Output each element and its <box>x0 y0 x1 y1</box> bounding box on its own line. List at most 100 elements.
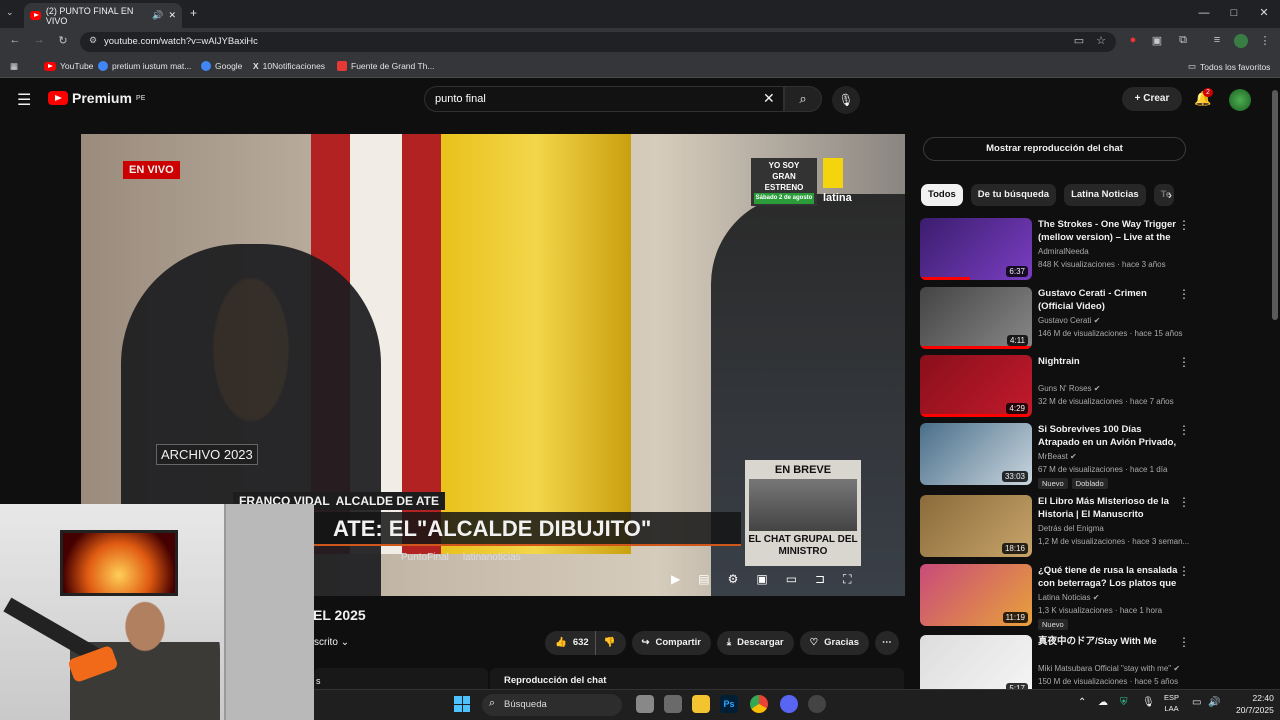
channel-name[interactable]: Gustavo Cerati ✔ <box>1038 316 1100 325</box>
tray-expand-icon[interactable]: ⌃ <box>1078 697 1086 708</box>
miniplayer-icon[interactable]: ▣ <box>756 572 767 587</box>
thumbs-down-icon[interactable]: 👎 <box>594 631 616 655</box>
tab-search-chevron-icon[interactable]: ⌄ <box>6 7 14 18</box>
video-thumbnail[interactable]: 5:17 <box>920 635 1032 697</box>
video-title[interactable]: 真夜中のドア/Stay With Me <box>1038 635 1178 648</box>
recommendation-item[interactable]: 4:11 Gustavo Cerati - Crimen (Official Vi… <box>920 287 1220 353</box>
apps-grid-icon[interactable]: ▦ <box>10 61 18 72</box>
tab-audio-icon[interactable]: 🔊 <box>152 10 163 21</box>
task-view-icon[interactable] <box>636 695 654 713</box>
recommendation-item[interactable]: 4:29 Nightrain Guns N' Roses ✔ 32 M de visu… <box>920 355 1220 421</box>
tab-close-icon[interactable]: ✕ <box>168 10 176 21</box>
thanks-button[interactable]: ♡ Gracias <box>799 631 870 655</box>
clear-search-icon[interactable]: ✕ <box>763 90 775 107</box>
chip-all[interactable]: Todos <box>921 184 963 206</box>
avatar[interactable] <box>1229 89 1251 111</box>
video-title[interactable]: El Libro Más Misterioso de la Historia |… <box>1038 495 1178 521</box>
video-title[interactable]: Nightrain <box>1038 355 1178 368</box>
video-thumbnail[interactable]: 4:11 <box>920 287 1032 349</box>
extensions-puzzle-icon[interactable]: ⧉ <box>1176 34 1190 47</box>
more-options-icon[interactable]: ⋮ <box>1178 495 1190 509</box>
theater-mode-icon[interactable]: ▭ <box>786 572 797 587</box>
recommendation-item[interactable]: 11:19 ¿Qué tiene de rusa la ensalada con … <box>920 564 1220 630</box>
video-title[interactable]: Gustavo Cerati - Crimen (Official Video) <box>1038 287 1178 313</box>
address-bar[interactable]: youtube.com/watch?v=wAlJYBaxiHc <box>80 32 1116 52</box>
app-icon-2[interactable] <box>808 695 826 713</box>
tab-active[interactable]: (2) PUNTO FINAL EN VIVO 🔊 ✕ <box>24 3 182 28</box>
shield-icon[interactable]: ⛨ <box>1120 697 1128 708</box>
share-button[interactable]: ↪ Compartir <box>631 631 711 655</box>
page-scrollbar[interactable] <box>1272 90 1278 320</box>
extension-record-icon[interactable]: ● <box>1126 34 1140 46</box>
chip-latina-noticias[interactable]: Latina Noticias <box>1064 184 1146 206</box>
search-button[interactable]: ⌕ <box>784 86 822 112</box>
video-thumbnail[interactable]: 4:29 <box>920 355 1032 417</box>
site-info-icon[interactable]: ⚙ <box>86 35 100 46</box>
profile-avatar[interactable] <box>1234 34 1248 48</box>
cast-icon[interactable]: ▭ <box>1072 34 1086 47</box>
recommendation-item[interactable]: 18:16 El Libro Más Misterioso de la Histo… <box>920 495 1220 561</box>
more-options-icon[interactable]: ⋮ <box>1178 355 1190 369</box>
discord-icon[interactable] <box>780 695 798 713</box>
subtitles-icon[interactable]: ▤ <box>698 572 709 587</box>
video-thumbnail[interactable]: 11:19 <box>920 564 1032 626</box>
like-button[interactable]: 👍 632 👎 <box>545 631 626 655</box>
recommendation-item[interactable]: 6:37 The Strokes - One Way Trigger (mello… <box>920 218 1220 284</box>
browser-menu-icon[interactable]: ⋮ <box>1258 34 1272 47</box>
minimize-button[interactable]: — <box>1194 4 1214 22</box>
channel-name[interactable]: Latina Noticias ✔ <box>1038 593 1099 602</box>
video-title[interactable]: ¿Qué tiene de rusa la ensalada con beter… <box>1038 564 1178 590</box>
search-input[interactable]: punto final <box>424 86 784 112</box>
video-thumbnail[interactable]: 33:03 <box>920 423 1032 485</box>
cloud-icon[interactable]: ☁ <box>1098 697 1108 708</box>
chips-next-icon[interactable]: › <box>1168 188 1172 202</box>
taskbar-search[interactable]: Búsqueda <box>482 694 622 716</box>
create-button[interactable]: + Crear <box>1122 87 1182 111</box>
cast-icon[interactable]: ⊐ <box>815 572 825 587</box>
bookmark-star-icon[interactable]: ☆ <box>1094 34 1108 47</box>
channel-name[interactable]: Detrás del Enigma <box>1038 524 1104 533</box>
recommendation-item[interactable]: 33:03 Si Sobrevives 100 Días Atrapado en … <box>920 423 1220 489</box>
maximize-button[interactable]: □ <box>1224 4 1244 22</box>
more-options-icon[interactable]: ⋮ <box>1178 287 1190 301</box>
video-title[interactable]: The Strokes - One Way Trigger (mellow ve… <box>1038 218 1178 244</box>
close-window-button[interactable]: ✕ <box>1254 4 1274 22</box>
windows-start-icon[interactable] <box>454 696 470 712</box>
bookmark-pretium[interactable]: pretium iustum mat... <box>98 61 191 71</box>
more-options-icon[interactable]: ⋮ <box>1178 218 1190 232</box>
bookmark-youtube[interactable]: YouTube <box>44 61 93 71</box>
display-icon[interactable]: ▭ <box>1192 697 1201 708</box>
show-chat-replay-button[interactable]: Mostrar reproducción del chat <box>923 137 1186 161</box>
bookmark-10notificaciones[interactable]: X 10Notificaciones <box>253 61 325 71</box>
file-explorer-icon[interactable] <box>692 695 710 713</box>
clock[interactable]: 22:40 20/7/2025 <box>1236 692 1274 716</box>
all-bookmarks[interactable]: ▭ Todos los favoritos <box>1188 61 1270 72</box>
app-icon[interactable] <box>664 695 682 713</box>
video-title[interactable]: Si Sobrevives 100 Días Atrapado en un Av… <box>1038 423 1178 449</box>
hamburger-menu-icon[interactable]: ☰ <box>17 90 31 110</box>
back-icon[interactable]: ← <box>8 34 22 46</box>
channel-name[interactable]: MrBeast ✔ <box>1038 452 1077 461</box>
voice-search-button[interactable]: 🎙 <box>832 86 860 114</box>
chip-from-search[interactable]: De tu búsqueda <box>970 184 1057 206</box>
volume-icon[interactable]: 🔊 <box>1208 697 1220 708</box>
new-tab-button[interactable]: + <box>190 6 197 20</box>
language-indicator[interactable]: ESP LAA <box>1164 692 1179 714</box>
youtube-logo[interactable]: Premium PE <box>48 90 145 106</box>
media-control-icon[interactable]: ≡ <box>1210 34 1224 46</box>
mic-tray-icon[interactable]: 🎙 <box>1142 697 1155 708</box>
video-thumbnail[interactable]: 18:16 <box>920 495 1032 557</box>
bookmark-fuente[interactable]: Fuente de Grand Th... <box>337 61 434 71</box>
more-options-icon[interactable]: ⋮ <box>1178 423 1190 437</box>
photoshop-icon[interactable]: Ps <box>720 695 738 713</box>
autoplay-toggle-icon[interactable]: ▶ <box>671 572 680 587</box>
forward-icon[interactable]: → <box>32 34 46 46</box>
more-actions-button[interactable]: ⋯ <box>875 631 899 655</box>
fullscreen-icon[interactable]: ⛶ <box>843 572 851 587</box>
subscribe-dropdown[interactable]: scrito ⌄ <box>314 637 349 648</box>
settings-gear-icon[interactable]: ⚙ <box>728 572 739 587</box>
extension-icon[interactable]: ▣ <box>1150 34 1164 47</box>
video-thumbnail[interactable]: 6:37 <box>920 218 1032 280</box>
download-button[interactable]: ⤓ Descargar <box>716 631 794 655</box>
channel-name[interactable]: Miki Matsubara Official "stay with me" ✔ <box>1038 664 1180 673</box>
